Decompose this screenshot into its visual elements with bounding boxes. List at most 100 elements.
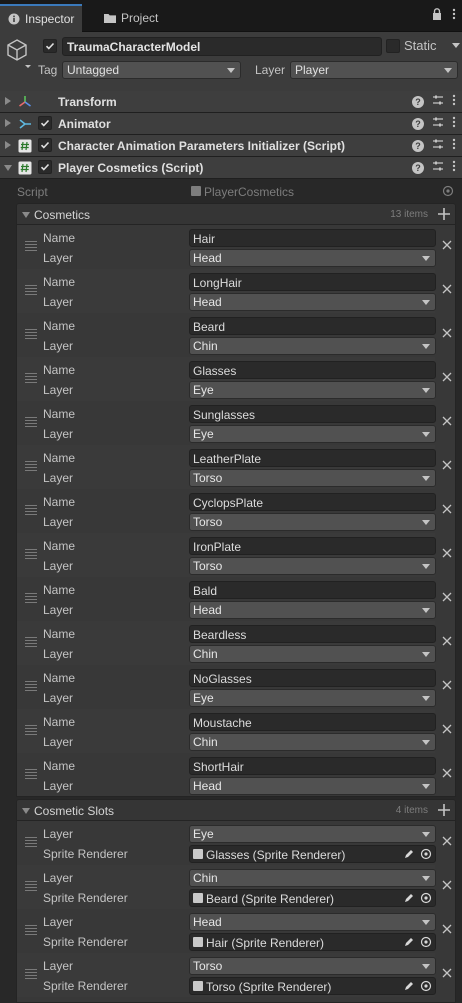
help-icon[interactable]: ? xyxy=(412,95,424,108)
name-field[interactable]: LeatherPlate xyxy=(189,449,436,467)
component-enabled-checkbox[interactable] xyxy=(38,138,52,152)
component-enabled-checkbox[interactable] xyxy=(38,116,52,130)
sprite-renderer-field[interactable]: Hair (Sprite Renderer) xyxy=(189,933,436,951)
remove-element-icon[interactable] xyxy=(441,591,453,603)
component-enabled-checkbox[interactable] xyxy=(38,160,52,174)
fold-arrow-icon[interactable] xyxy=(5,97,11,105)
name-field[interactable]: Sunglasses xyxy=(189,405,436,423)
component-animator[interactable]: Animator ? xyxy=(0,113,462,135)
layer-dropdown[interactable]: Chin xyxy=(189,337,436,355)
lock-icon[interactable] xyxy=(432,8,442,23)
object-name-field[interactable]: TraumaCharacterModel xyxy=(62,37,382,56)
more-menu-icon[interactable] xyxy=(452,8,456,23)
name-field[interactable]: LongHair xyxy=(189,273,436,291)
presets-icon[interactable] xyxy=(432,116,444,131)
remove-element-icon[interactable] xyxy=(441,459,453,471)
presets-icon[interactable] xyxy=(432,94,444,109)
layer-dropdown[interactable]: Eye xyxy=(189,689,436,707)
remove-element-icon[interactable] xyxy=(441,767,453,779)
component-menu-icon[interactable] xyxy=(452,94,456,109)
drag-handle-icon[interactable] xyxy=(25,725,37,735)
tab-project[interactable]: Project xyxy=(96,4,166,32)
fold-arrow-open-icon[interactable] xyxy=(22,808,30,814)
remove-element-icon[interactable] xyxy=(441,327,453,339)
layer-dropdown[interactable]: Head xyxy=(189,601,436,619)
help-icon[interactable]: ? xyxy=(412,117,424,130)
object-picker-icon[interactable] xyxy=(420,980,432,992)
name-field[interactable]: IronPlate xyxy=(189,537,436,555)
drag-handle-icon[interactable] xyxy=(25,549,37,559)
tab-inspector[interactable]: Inspector xyxy=(0,4,83,32)
name-field[interactable]: Hair xyxy=(189,229,436,247)
layer-dropdown[interactable]: Head xyxy=(189,913,436,931)
edit-icon[interactable] xyxy=(403,892,415,904)
layer-dropdown[interactable]: Torso xyxy=(189,513,436,531)
name-field[interactable]: Moustache xyxy=(189,713,436,731)
active-checkbox[interactable] xyxy=(43,39,57,53)
component-char-anim-params[interactable]: Character Animation Parameters Initializ… xyxy=(0,135,462,157)
fold-arrow-open-icon[interactable] xyxy=(4,165,12,171)
help-icon[interactable]: ? xyxy=(412,161,424,174)
component-menu-icon[interactable] xyxy=(452,138,456,153)
layer-dropdown[interactable]: Head xyxy=(189,777,436,795)
drag-handle-icon[interactable] xyxy=(25,769,37,779)
slots-list-header[interactable]: Cosmetic Slots 4 items xyxy=(16,799,456,821)
drag-handle-icon[interactable] xyxy=(25,837,37,847)
help-icon[interactable]: ? xyxy=(412,139,424,152)
layer-dropdown[interactable]: Torso xyxy=(189,957,436,975)
remove-element-icon[interactable] xyxy=(441,835,453,847)
static-checkbox[interactable] xyxy=(386,39,400,53)
static-dropdown[interactable] xyxy=(449,36,461,54)
add-element-icon[interactable] xyxy=(436,802,452,818)
remove-element-icon[interactable] xyxy=(441,547,453,559)
presets-icon[interactable] xyxy=(432,160,444,175)
drag-handle-icon[interactable] xyxy=(25,285,37,295)
sprite-renderer-field[interactable]: Glasses (Sprite Renderer) xyxy=(189,845,436,863)
remove-element-icon[interactable] xyxy=(441,239,453,251)
object-picker-icon[interactable] xyxy=(420,848,432,860)
drag-handle-icon[interactable] xyxy=(25,417,37,427)
add-element-icon[interactable] xyxy=(436,206,452,222)
layer-dropdown[interactable]: Head xyxy=(189,249,436,267)
layer-dropdown[interactable]: Head xyxy=(189,293,436,311)
gameobject-cube-icon[interactable] xyxy=(6,38,34,73)
fold-arrow-icon[interactable] xyxy=(5,119,11,127)
object-picker-icon[interactable] xyxy=(420,936,432,948)
drag-handle-icon[interactable] xyxy=(25,505,37,515)
drag-handle-icon[interactable] xyxy=(25,637,37,647)
fold-arrow-icon[interactable] xyxy=(5,141,11,149)
drag-handle-icon[interactable] xyxy=(25,241,37,251)
layer-dropdown[interactable]: Torso xyxy=(189,557,436,575)
remove-element-icon[interactable] xyxy=(441,679,453,691)
name-field[interactable]: CyclopsPlate xyxy=(189,493,436,511)
layer-dropdown[interactable]: Eye xyxy=(189,425,436,443)
remove-element-icon[interactable] xyxy=(441,967,453,979)
layer-dropdown[interactable]: Player xyxy=(290,61,458,79)
name-field[interactable]: Bald xyxy=(189,581,436,599)
name-field[interactable]: Beardless xyxy=(189,625,436,643)
drag-handle-icon[interactable] xyxy=(25,329,37,339)
component-player-cosmetics[interactable]: Player Cosmetics (Script) ? xyxy=(0,157,462,179)
object-picker-icon[interactable] xyxy=(420,892,432,904)
drag-handle-icon[interactable] xyxy=(25,969,37,979)
sprite-renderer-field[interactable]: Torso (Sprite Renderer) xyxy=(189,977,436,995)
name-field[interactable]: Glasses xyxy=(189,361,436,379)
remove-element-icon[interactable] xyxy=(441,923,453,935)
tag-dropdown[interactable]: Untagged xyxy=(62,61,241,79)
edit-icon[interactable] xyxy=(403,848,415,860)
remove-element-icon[interactable] xyxy=(441,371,453,383)
layer-dropdown[interactable]: Chin xyxy=(189,733,436,751)
layer-dropdown[interactable]: Eye xyxy=(189,381,436,399)
remove-element-icon[interactable] xyxy=(441,415,453,427)
name-field[interactable]: Beard xyxy=(189,317,436,335)
layer-dropdown[interactable]: Chin xyxy=(189,869,436,887)
sprite-renderer-field[interactable]: Beard (Sprite Renderer) xyxy=(189,889,436,907)
drag-handle-icon[interactable] xyxy=(25,593,37,603)
remove-element-icon[interactable] xyxy=(441,283,453,295)
drag-handle-icon[interactable] xyxy=(25,461,37,471)
layer-dropdown[interactable]: Eye xyxy=(189,825,436,843)
layer-dropdown[interactable]: Torso xyxy=(189,469,436,487)
remove-element-icon[interactable] xyxy=(441,879,453,891)
fold-arrow-open-icon[interactable] xyxy=(22,212,30,218)
edit-icon[interactable] xyxy=(403,936,415,948)
